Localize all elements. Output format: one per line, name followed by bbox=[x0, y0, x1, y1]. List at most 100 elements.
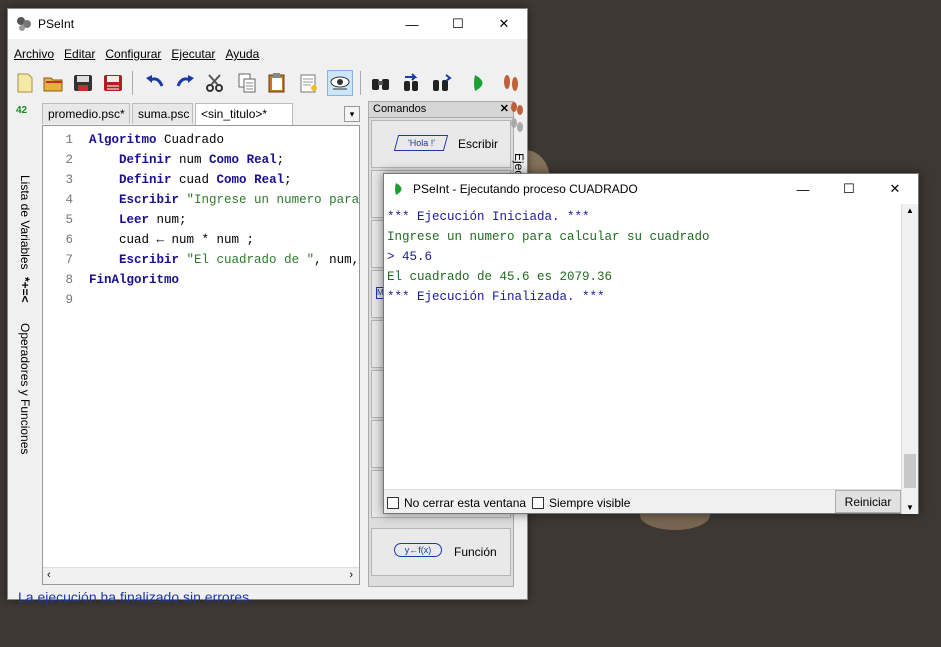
code-line[interactable]: 9 bbox=[43, 290, 359, 310]
find-next-icon[interactable] bbox=[398, 70, 424, 96]
no-cerrar-label: No cerrar esta ventana bbox=[404, 496, 527, 510]
menu-configurar[interactable]: Configurar bbox=[105, 47, 161, 67]
keyword-token: Como bbox=[209, 153, 240, 167]
console-line: *** Ejecución Iniciada. *** bbox=[387, 210, 590, 224]
siempre-visible-checkbox[interactable]: Siempre visible bbox=[532, 496, 630, 510]
operators-tab[interactable]: Operadores y Funciones bbox=[18, 323, 32, 454]
run-close-button[interactable]: ✕ bbox=[872, 174, 918, 204]
maximize-button[interactable]: ☐ bbox=[435, 9, 481, 39]
code-line[interactable]: 7 Escribir "El cuadrado de ", num, bbox=[43, 250, 359, 270]
scroll-up-icon[interactable]: ▲ bbox=[906, 206, 914, 215]
run-icon[interactable] bbox=[468, 70, 494, 96]
menu-ayuda[interactable]: Ayuda bbox=[225, 47, 259, 67]
toolbar-separator bbox=[360, 71, 361, 95]
undo-icon[interactable] bbox=[142, 70, 168, 96]
no-cerrar-checkbox[interactable]: No cerrar esta ventana bbox=[387, 496, 526, 510]
console-vertical-scrollbar[interactable]: ▲ ▼ bbox=[901, 204, 918, 514]
commands-panel-header: Comandos ✕ bbox=[369, 102, 513, 118]
string-token: "El cuadrado de " bbox=[186, 253, 315, 267]
code-token: , num, bbox=[314, 253, 360, 267]
redo-icon[interactable] bbox=[172, 70, 198, 96]
scroll-down-icon[interactable]: ▼ bbox=[906, 503, 914, 512]
run-window: PSeInt - Ejecutando proceso CUADRADO — ☐… bbox=[383, 173, 919, 514]
command-funcion-label: Función bbox=[454, 545, 497, 559]
commands-panel-close-icon[interactable]: ✕ bbox=[500, 102, 509, 115]
copy-icon[interactable] bbox=[234, 70, 260, 96]
find-icon[interactable] bbox=[296, 70, 322, 96]
menu-editar[interactable]: Editar bbox=[64, 47, 95, 67]
tab-promedio[interactable]: promedio.psc* bbox=[42, 103, 130, 124]
step-icon[interactable] bbox=[498, 70, 524, 96]
search-icon[interactable] bbox=[368, 70, 394, 96]
tab-list-dropdown-icon[interactable]: ▾ bbox=[344, 106, 360, 122]
line-number: 9 bbox=[65, 293, 73, 307]
code-token: num; bbox=[149, 213, 187, 227]
code-line[interactable]: 3 Definir cuad Como Real; bbox=[43, 170, 359, 190]
paste-icon[interactable] bbox=[264, 70, 290, 96]
code-area[interactable]: 1 Algoritmo Cuadrado 2 Definir num Como Re… bbox=[43, 130, 359, 310]
code-token: num bbox=[171, 153, 210, 167]
replace-icon[interactable] bbox=[428, 70, 454, 96]
scroll-right-icon[interactable]: › bbox=[349, 569, 353, 581]
command-escribir-button[interactable]: 'Hola !' Escribir bbox=[371, 120, 511, 168]
line-number: 6 bbox=[65, 233, 73, 247]
code-line[interactable]: 6 cuad ← num * num ; bbox=[43, 230, 359, 250]
close-button[interactable]: ✕ bbox=[481, 9, 527, 39]
keyword-token: Escribir bbox=[119, 193, 180, 207]
open-file-icon[interactable] bbox=[40, 70, 66, 96]
command-funcion-button[interactable]: y←f(x) Función bbox=[371, 528, 511, 576]
run-maximize-button[interactable]: ☐ bbox=[826, 174, 872, 204]
code-line[interactable]: 5 Leer num; bbox=[43, 210, 359, 230]
keyword-token: Escribir bbox=[119, 253, 180, 267]
operators-glyph: *+=< bbox=[18, 277, 32, 303]
code-line[interactable]: 4 Escribir "Ingrese un numero para bbox=[43, 190, 359, 210]
line-number: 3 bbox=[65, 173, 73, 187]
commands-panel-title: Comandos bbox=[373, 103, 427, 115]
scroll-thumb[interactable] bbox=[904, 454, 916, 488]
siempre-visible-checkbox-box[interactable] bbox=[532, 497, 544, 509]
variables-glyph: 42 bbox=[16, 105, 28, 116]
save-as-icon[interactable] bbox=[100, 70, 126, 96]
editor-horizontal-scrollbar[interactable]: ‹ › bbox=[43, 567, 359, 584]
code-token: ; bbox=[276, 153, 285, 167]
console-line: Ingrese un numero para calcular su cuadr… bbox=[387, 230, 710, 244]
menu-archivo[interactable]: Archivo bbox=[14, 47, 54, 67]
save-icon[interactable] bbox=[70, 70, 96, 96]
code-token: Cuadrado bbox=[156, 133, 225, 147]
tab-sin-titulo[interactable]: <sin_titulo>* bbox=[195, 103, 293, 125]
scroll-left-icon[interactable]: ‹ bbox=[47, 569, 51, 581]
cut-icon[interactable] bbox=[202, 70, 228, 96]
keyword-token: Leer bbox=[119, 213, 150, 227]
footprints-icon bbox=[511, 102, 523, 132]
side-tab-strip: 42 Lista de Variables *+=< Operadores y … bbox=[16, 105, 36, 485]
console-output[interactable]: *** Ejecución Iniciada. *** Ingrese un nu… bbox=[387, 207, 710, 307]
line-number: 1 bbox=[65, 133, 73, 147]
code-line[interactable]: 1 Algoritmo Cuadrado bbox=[43, 130, 359, 150]
code-line[interactable]: 2 Definir num Como Real; bbox=[43, 150, 359, 170]
code-line[interactable]: 8 FinAlgoritmo bbox=[43, 270, 359, 290]
keyword-token: Algoritmo bbox=[89, 133, 157, 147]
line-number: 7 bbox=[65, 253, 73, 267]
no-cerrar-checkbox-box[interactable] bbox=[387, 497, 399, 509]
code-editor[interactable]: 1 Algoritmo Cuadrado 2 Definir num Como Re… bbox=[42, 125, 360, 585]
toolbar-separator bbox=[132, 71, 133, 95]
variables-icon[interactable]: 42 bbox=[16, 105, 27, 116]
menu-ejecutar[interactable]: Ejecutar bbox=[171, 47, 215, 67]
minimize-button[interactable]: — bbox=[389, 9, 435, 39]
variables-tab[interactable]: Lista de Variables bbox=[18, 175, 32, 270]
run-title-bar: PSeInt - Ejecutando proceso CUADRADO — ☐… bbox=[384, 174, 918, 204]
tab-suma[interactable]: suma.psc bbox=[132, 103, 193, 124]
run-minimize-button[interactable]: — bbox=[780, 174, 826, 204]
new-file-icon[interactable] bbox=[12, 70, 38, 96]
app-logo-icon bbox=[16, 16, 32, 32]
step-by-step-icon[interactable] bbox=[327, 70, 353, 96]
reiniciar-button[interactable]: Reiniciar bbox=[835, 490, 901, 513]
line-number: 4 bbox=[65, 193, 73, 207]
string-token: "Ingrese un numero para bbox=[186, 193, 360, 207]
console-line: > 45.6 bbox=[387, 250, 433, 264]
